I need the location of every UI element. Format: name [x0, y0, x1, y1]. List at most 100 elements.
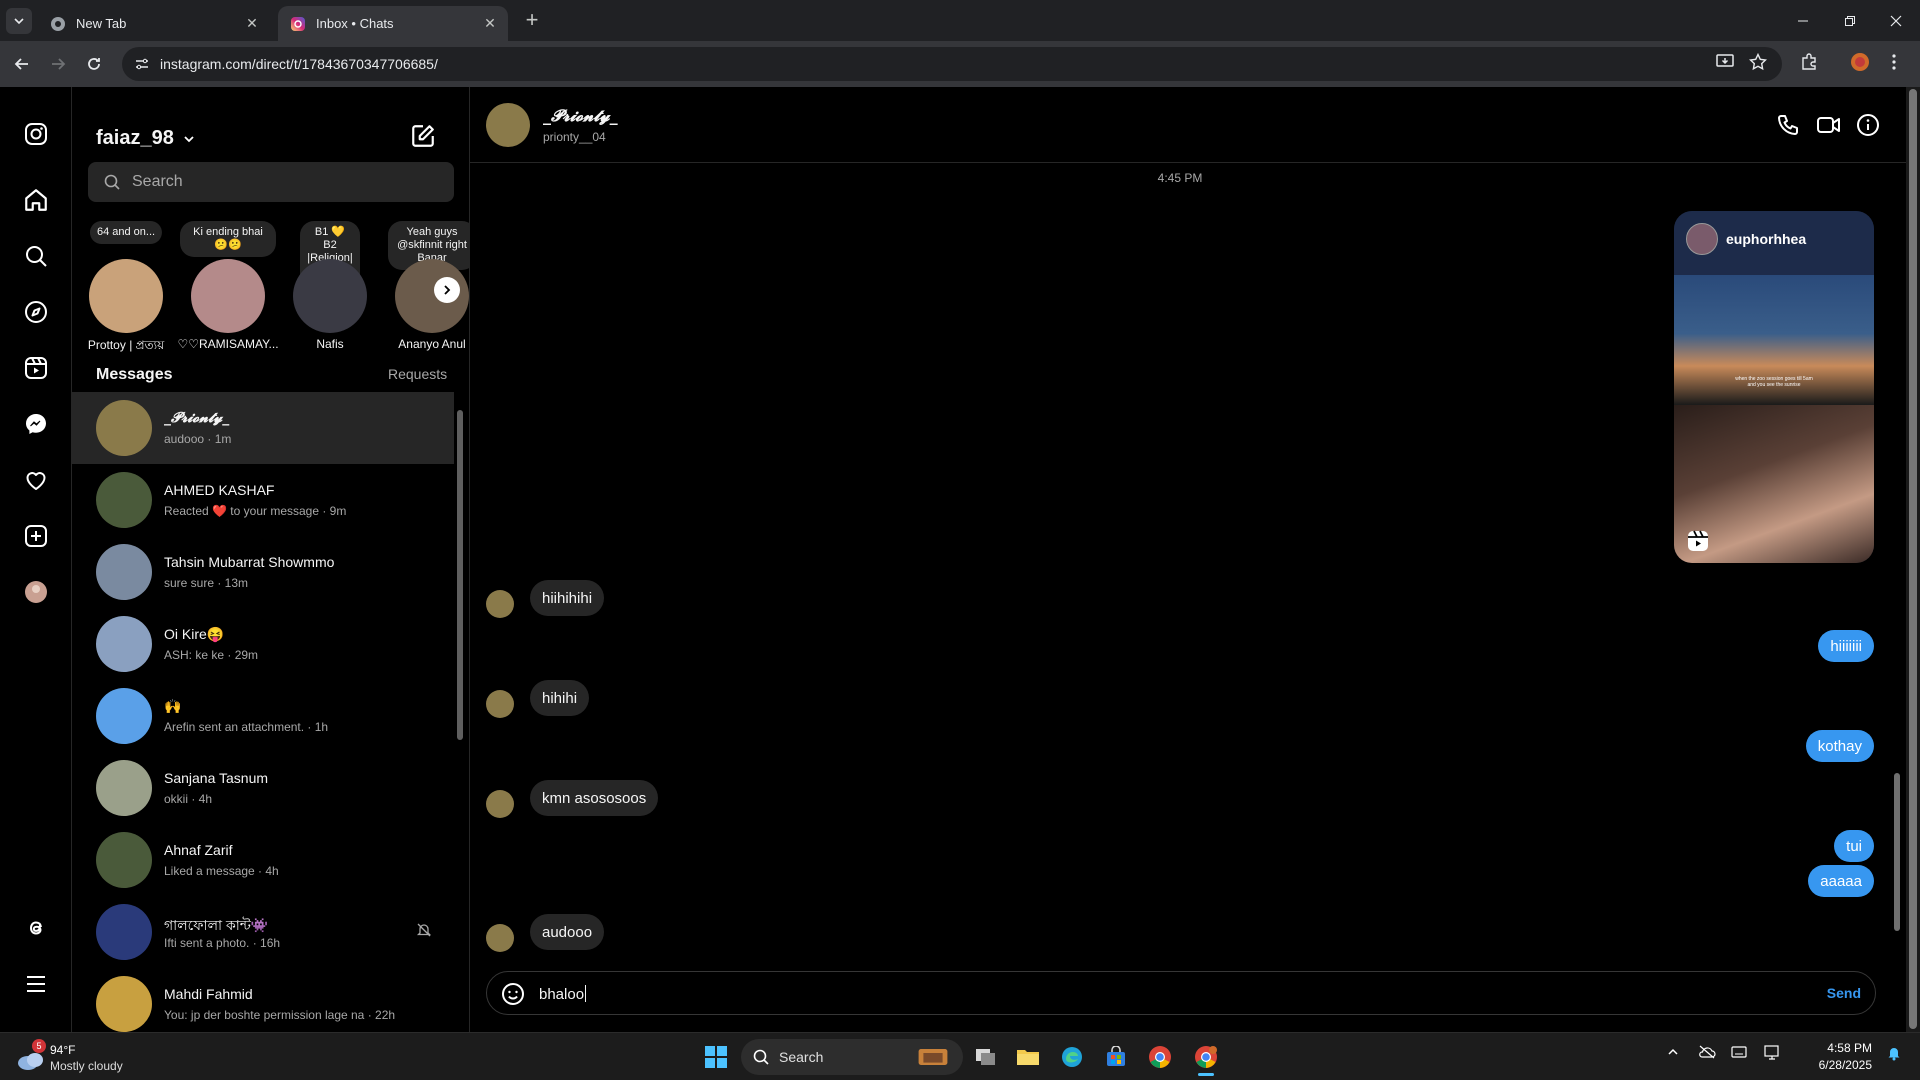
outgoing-message-bubble[interactable]: aaaaa: [1808, 865, 1874, 897]
video-camera-icon: [1817, 117, 1840, 133]
bookmark-star-button[interactable]: [1744, 48, 1772, 76]
close-tab-icon[interactable]: ✕: [482, 15, 498, 31]
nav-reels[interactable]: [20, 352, 52, 384]
compass-icon: [25, 301, 47, 323]
tab-instagram-inbox[interactable]: Inbox • Chats ✕: [278, 6, 508, 41]
extensions-button[interactable]: [1795, 48, 1823, 76]
conversation-row[interactable]: AHMED KASHAF Reacted ❤️ to your message …: [72, 464, 454, 536]
minimize-button[interactable]: [1780, 0, 1826, 41]
avatar: [486, 690, 514, 718]
start-button[interactable]: [700, 1041, 732, 1073]
message-composer[interactable]: bhaloo Send: [486, 971, 1876, 1015]
edge-browser-button[interactable]: [1056, 1041, 1088, 1073]
nav-messages[interactable]: [20, 408, 52, 440]
forward-arrow-icon: [52, 58, 66, 70]
nav-home[interactable]: [20, 184, 52, 216]
chrome-menu-button[interactable]: [1880, 48, 1908, 76]
nav-explore[interactable]: [20, 296, 52, 328]
conversation-info-button[interactable]: [1856, 113, 1880, 142]
thread-display-name[interactable]: _𝓟𝓻𝓲𝓸𝓷𝓽𝔂_: [543, 106, 618, 126]
conversation-row[interactable]: Oi Kire😝 ASH: ke ke · 29m: [72, 608, 454, 680]
onedrive-tray-icon[interactable]: [1698, 1045, 1716, 1064]
forward-button[interactable]: [44, 50, 72, 78]
requests-link[interactable]: Requests: [388, 366, 447, 382]
message-bubble[interactable]: hiihihihi: [530, 580, 605, 616]
search-highlight-image[interactable]: [917, 1041, 949, 1073]
instagram-logo-button[interactable]: [20, 118, 52, 150]
message-bubble[interactable]: audooo: [530, 914, 605, 950]
smiley-icon: [502, 983, 524, 1005]
send-button[interactable]: Send: [1827, 985, 1861, 1001]
video-call-button[interactable]: [1816, 113, 1842, 142]
scrollbar-thumb[interactable]: [1909, 89, 1917, 1029]
conversation-preview: Liked a message · 4h: [164, 864, 279, 878]
emoji-picker-button[interactable]: [501, 982, 525, 1011]
avatar[interactable]: [486, 103, 530, 147]
thread-scrollbar[interactable]: [1890, 163, 1904, 953]
shared-reel-card[interactable]: euphorhhea when the zoo session goes til…: [1674, 211, 1874, 563]
nav-create[interactable]: [20, 520, 52, 552]
scrollbar-thumb[interactable]: [1894, 773, 1900, 931]
conversation-row[interactable]: 🙌 Arefin sent an attachment. · 1h: [72, 680, 454, 752]
restore-button[interactable]: [1827, 0, 1873, 41]
nav-threads[interactable]: [20, 912, 52, 944]
message-bubble[interactable]: hihihi: [530, 680, 590, 716]
notifications-button[interactable]: [1886, 1045, 1902, 1066]
note-avatar: [89, 259, 163, 333]
inbox-scrollbar[interactable]: [456, 392, 464, 1032]
install-app-button[interactable]: [1711, 48, 1739, 76]
microsoft-store-button[interactable]: [1100, 1041, 1132, 1073]
new-tab-button[interactable]: +: [520, 9, 544, 33]
task-view-button[interactable]: [970, 1041, 1002, 1073]
conversation-row[interactable]: গালফোলা কান্ট👾 Ifti sent a photo. · 16h: [72, 896, 454, 968]
notes-next-button[interactable]: [434, 277, 460, 303]
note-item[interactable]: 64 and on... Prottoy | প্রত্যয়: [74, 219, 178, 352]
show-hidden-icons-button[interactable]: [1666, 1045, 1680, 1064]
conversation-row[interactable]: Ahnaf Zarif Liked a message · 4h: [72, 824, 454, 896]
conversation-row[interactable]: Tahsin Mubarrat Showmmo sure sure · 13m: [72, 536, 454, 608]
outgoing-message-bubble[interactable]: hiiiiiii: [1818, 630, 1874, 662]
conversation-row[interactable]: _𝓟𝓻𝓲𝓸𝓷𝓽𝔂_ audooo · 1m: [72, 392, 454, 464]
conversation-row[interactable]: Mahdi Fahmid You: jp der boshte permissi…: [72, 968, 454, 1032]
note-item[interactable]: Ki ending bhai 😕😕 ♡♡RAMISAMAY...: [176, 219, 280, 351]
outgoing-message-bubble[interactable]: tui: [1834, 830, 1874, 862]
tab-new-tab[interactable]: New Tab ✕: [38, 6, 270, 41]
kebab-menu-icon: [1892, 54, 1896, 70]
input-indicator[interactable]: [1731, 1045, 1747, 1064]
back-button[interactable]: [8, 50, 36, 78]
nav-search[interactable]: [20, 240, 52, 272]
instagram-icon: [291, 16, 305, 31]
profile-button[interactable]: [1846, 48, 1874, 76]
close-window-button[interactable]: [1873, 0, 1919, 41]
file-explorer-button[interactable]: [1012, 1041, 1044, 1073]
page-scrollbar[interactable]: [1906, 87, 1920, 1032]
close-tab-icon[interactable]: ✕: [244, 15, 260, 31]
reload-button[interactable]: [80, 50, 108, 78]
tab-search-dropdown-button[interactable]: [6, 8, 32, 34]
avatar: [96, 688, 152, 744]
inbox-search-input[interactable]: Search: [88, 162, 454, 202]
weather-widget[interactable]: 5 94°F Mostly cloudy: [14, 1039, 174, 1075]
chrome-active-taskbar-button[interactable]: [1190, 1041, 1222, 1076]
nav-notifications[interactable]: [20, 464, 52, 496]
conversation-row[interactable]: Sanjana Tasnum okkii · 4h: [72, 752, 454, 824]
search-highlight-icon: [918, 1049, 948, 1065]
nav-more-menu[interactable]: [20, 968, 52, 1000]
network-icon[interactable]: [1764, 1045, 1782, 1066]
conversation-preview: Arefin sent an attachment. · 1h: [164, 720, 329, 734]
chrome-taskbar-button[interactable]: [1144, 1041, 1176, 1073]
account-switcher[interactable]: faiaz_98: [96, 127, 196, 150]
note-item[interactable]: B1 💛 B2 |Religion| E1 💛 E2 Nafis: [278, 219, 382, 351]
message-input[interactable]: bhaloo: [539, 985, 587, 1003]
new-message-button[interactable]: [410, 123, 436, 154]
note-name: ♡♡RAMISAMAY...: [177, 337, 279, 351]
audio-call-button[interactable]: [1776, 113, 1800, 142]
outgoing-message-bubble[interactable]: kothay: [1805, 730, 1874, 762]
address-bar[interactable]: instagram.com/direct/t/17843670347706685…: [122, 47, 1782, 81]
note-avatar: [293, 259, 367, 333]
taskbar-search-label: Search: [779, 1049, 824, 1065]
message-bubble[interactable]: kmn asososoos: [530, 780, 659, 816]
nav-profile[interactable]: [20, 576, 52, 608]
scrollbar-thumb[interactable]: [457, 410, 463, 740]
taskbar-clock[interactable]: 4:58 PM 6/28/2025: [1792, 1040, 1872, 1074]
